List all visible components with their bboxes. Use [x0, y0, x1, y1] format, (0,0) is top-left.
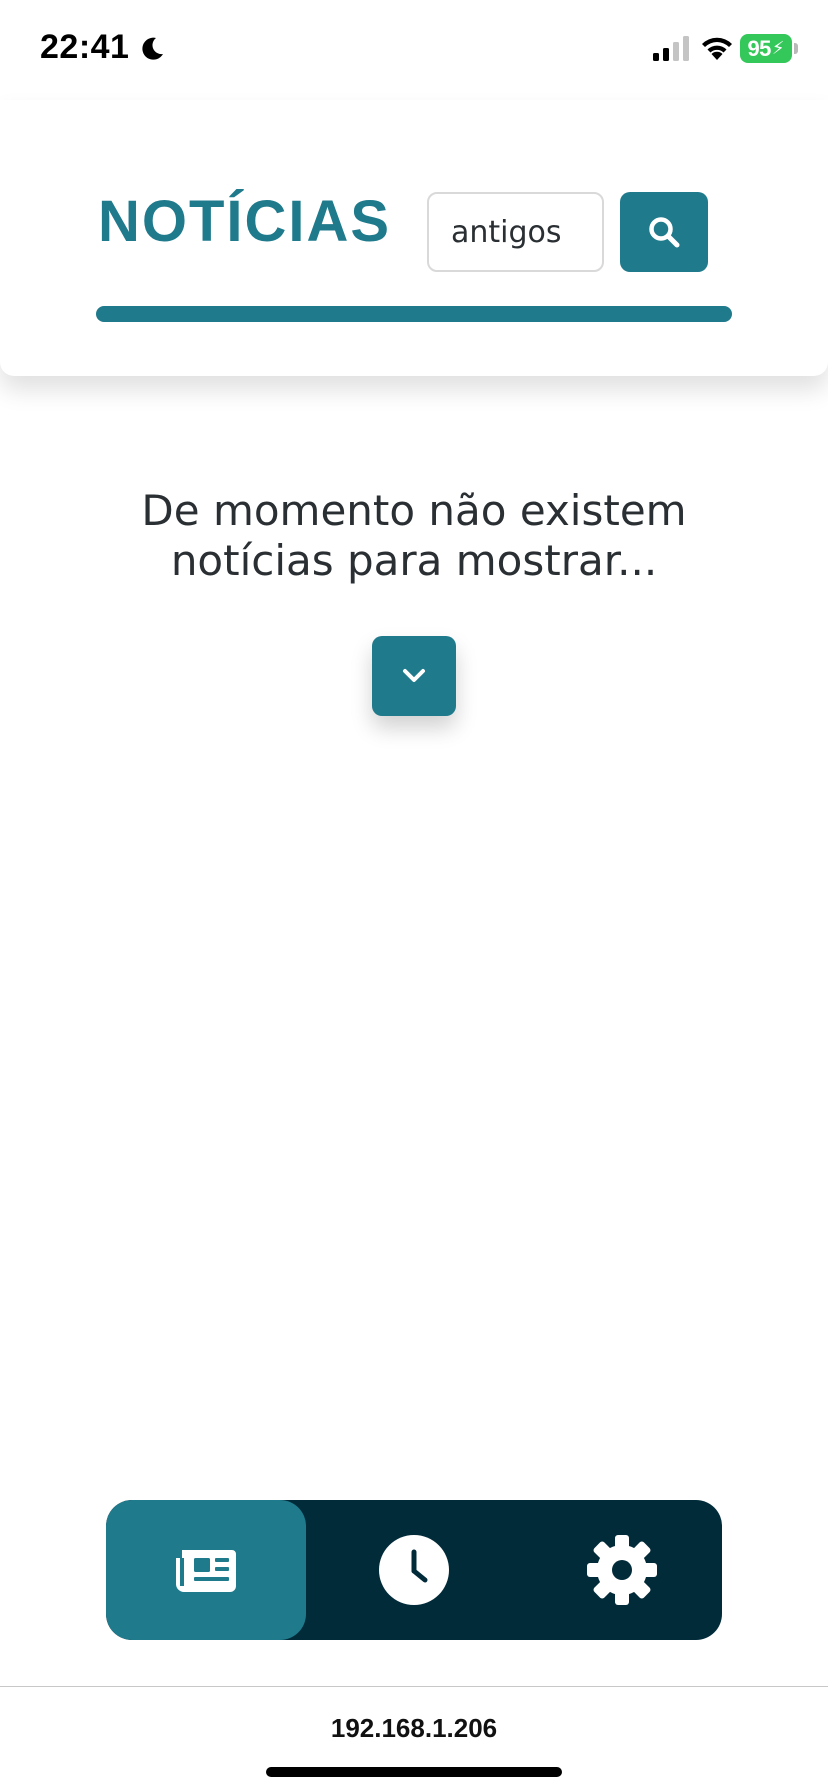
- search-input[interactable]: [427, 192, 604, 272]
- bottom-navigation: [106, 1500, 722, 1640]
- battery-icon: 95 ⚡: [740, 34, 792, 63]
- search-button[interactable]: [620, 192, 708, 272]
- tab-news[interactable]: [106, 1500, 306, 1640]
- newspaper-icon: [176, 1550, 236, 1592]
- tab-history[interactable]: [314, 1500, 514, 1640]
- address-text[interactable]: 192.168.1.206: [0, 1713, 828, 1744]
- moon-icon: [142, 37, 163, 60]
- app-screen: 22:41 95 ⚡ NOTÍCIAS antigos De momento n…: [0, 0, 828, 1792]
- expand-button[interactable]: [372, 636, 456, 716]
- search-icon: [649, 217, 680, 248]
- page-title: NOTÍCIAS: [98, 189, 392, 254]
- status-bar: 22:41 95 ⚡: [0, 0, 828, 100]
- signal-icon: [653, 36, 689, 61]
- empty-state-message: De momento não existem notícias para mos…: [141, 486, 687, 585]
- gear-icon: [587, 1535, 657, 1605]
- home-indicator[interactable]: [266, 1767, 562, 1777]
- tab-settings[interactable]: [522, 1500, 722, 1640]
- charging-bolt-icon: ⚡: [771, 38, 785, 59]
- header-divider-bar: [96, 306, 732, 322]
- browser-address-bar[interactable]: 192.168.1.206: [0, 1686, 828, 1792]
- status-time: 22:41: [40, 28, 130, 66]
- battery-cap: [794, 43, 798, 54]
- clock-icon: [379, 1535, 449, 1605]
- battery-level: 95: [747, 35, 771, 61]
- wifi-icon: [702, 37, 732, 60]
- chevron-down-icon: [403, 669, 425, 682]
- header-card: NOTÍCIAS: [0, 100, 828, 376]
